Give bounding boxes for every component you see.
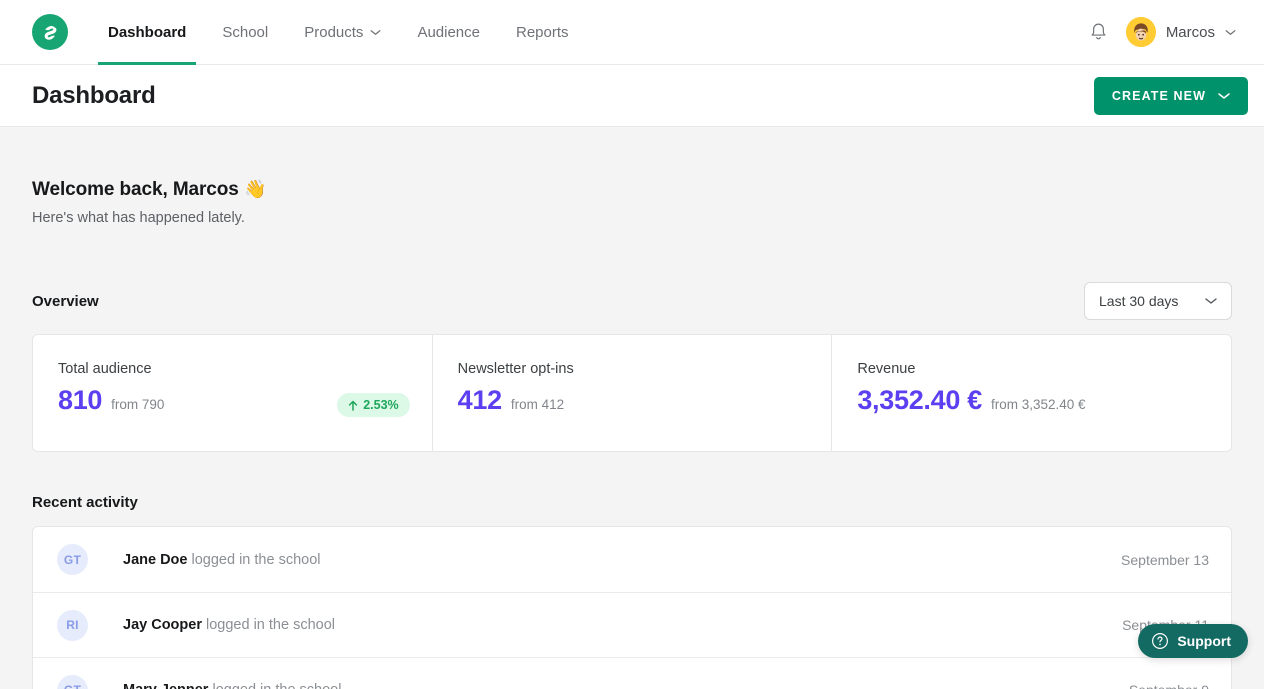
user-menu[interactable]: Marcos xyxy=(1125,17,1236,47)
overview-title: Overview xyxy=(32,292,99,310)
stat-value: 3,352.40 € xyxy=(857,385,982,415)
avatar: GT xyxy=(57,544,88,575)
welcome-block: Welcome back, Marcos 👋 Here's what has h… xyxy=(32,127,1232,226)
welcome-title-text: Welcome back, Marcos xyxy=(32,179,239,200)
nav-label-dashboard: Dashboard xyxy=(108,23,187,41)
bell-icon[interactable] xyxy=(1086,19,1112,45)
recent-activity-list: GT Jane Doe logged in the school Septemb… xyxy=(32,526,1232,689)
stat-value-row: 3,352.40 € from 3,352.40 € xyxy=(857,387,1206,414)
table-row[interactable]: GT Mary Jenner logged in the school Sept… xyxy=(33,657,1231,689)
nav-item-dashboard[interactable]: Dashboard xyxy=(90,0,204,65)
activity-user-name: Jay Cooper xyxy=(123,617,202,633)
nav-label-audience: Audience xyxy=(417,23,480,41)
stat-previous-value: from 3,352.40 € xyxy=(990,397,1086,412)
activity-user-name: Mary Jenner xyxy=(123,682,208,689)
page-title: Dashboard xyxy=(32,81,156,109)
stat-value-row: 412 from 412 xyxy=(458,387,807,414)
main-content: Welcome back, Marcos 👋 Here's what has h… xyxy=(0,127,1264,689)
main-nav-items: Dashboard School Products Audience Repor… xyxy=(90,0,587,65)
date-range-select[interactable]: Last 30 days xyxy=(1084,282,1232,320)
activity-date: September 13 xyxy=(1121,551,1209,568)
stat-previous-value: from 790 xyxy=(111,397,165,412)
welcome-subtitle: Here's what has happened lately. xyxy=(32,210,245,226)
stat-label: Revenue xyxy=(857,361,916,377)
stat-label: Total audience xyxy=(58,361,152,377)
stat-card-newsletter-optins: Newsletter opt-ins 412 from 412 xyxy=(431,335,832,451)
activity-text: Jane Doe logged in the school xyxy=(123,552,321,568)
chevron-down-icon xyxy=(1218,92,1230,100)
activity-action: logged in the school xyxy=(208,682,341,689)
activity-user-name: Jane Doe xyxy=(123,551,188,568)
nav-right-cluster: Marcos xyxy=(1086,17,1246,47)
waving-hand-icon: 👋 xyxy=(243,179,267,199)
nav-item-reports[interactable]: Reports xyxy=(498,0,587,65)
stat-card-revenue: Revenue 3,352.40 € from 3,352.40 € xyxy=(831,335,1231,451)
arrow-up-icon xyxy=(348,400,358,411)
brand-logo[interactable] xyxy=(32,14,68,50)
table-row[interactable]: RI Jay Cooper logged in the school Septe… xyxy=(33,592,1231,657)
chevron-down-icon xyxy=(370,29,381,36)
top-navigation-bar: Dashboard School Products Audience Repor… xyxy=(0,0,1264,65)
status-badge: 2.53% xyxy=(337,393,410,417)
avatar: RI xyxy=(57,609,88,641)
stat-previous-value: from 412 xyxy=(510,397,565,412)
stat-value: 810 xyxy=(58,385,103,415)
welcome-title: Welcome back, Marcos 👋 xyxy=(32,179,1232,201)
nav-label-products: Products xyxy=(304,23,364,41)
nav-item-school[interactable]: School xyxy=(204,0,286,65)
date-range-value: Last 30 days xyxy=(1099,293,1179,309)
table-row[interactable]: GT Jane Doe logged in the school Septemb… xyxy=(33,527,1231,592)
stat-value: 412 xyxy=(457,385,502,415)
chevron-down-icon xyxy=(1225,29,1236,36)
nav-item-audience[interactable]: Audience xyxy=(399,0,498,65)
activity-text: Mary Jenner logged in the school xyxy=(123,682,341,689)
stat-label: Newsletter opt-ins xyxy=(457,361,574,377)
nav-item-products[interactable]: Products xyxy=(286,0,399,65)
avatar xyxy=(1125,17,1156,47)
nav-label-school: School xyxy=(222,23,269,41)
create-new-label: CREATE NEW xyxy=(1111,88,1206,103)
page-header-bar: Dashboard CREATE NEW xyxy=(0,65,1264,127)
user-name-label: Marcos xyxy=(1165,23,1215,41)
nav-label-reports: Reports xyxy=(516,23,569,41)
activity-date: September 9 xyxy=(1129,682,1209,689)
recent-activity-title: Recent activity xyxy=(32,494,138,511)
activity-section-header: Recent activity xyxy=(32,494,1232,511)
overview-section-header: Overview Last 30 days xyxy=(32,282,1232,320)
s-logo-icon xyxy=(44,26,57,40)
support-button[interactable]: Support xyxy=(1138,624,1248,658)
support-label: Support xyxy=(1177,633,1231,649)
avatar: GT xyxy=(57,674,88,689)
status-badge-value: 2.53% xyxy=(363,398,399,412)
user-avatar-emoji xyxy=(1125,17,1156,47)
create-new-button[interactable]: CREATE NEW xyxy=(1093,76,1248,115)
question-circle-icon xyxy=(1151,632,1169,650)
activity-action: logged in the school xyxy=(187,551,321,568)
overview-stat-cards: Total audience 810 from 790 2.53% Newsle… xyxy=(32,334,1232,452)
stat-card-total-audience: Total audience 810 from 790 2.53% xyxy=(33,335,432,451)
chevron-down-icon xyxy=(1205,297,1217,305)
activity-action: logged in the school xyxy=(201,617,335,633)
activity-text: Jay Cooper logged in the school xyxy=(123,617,335,633)
